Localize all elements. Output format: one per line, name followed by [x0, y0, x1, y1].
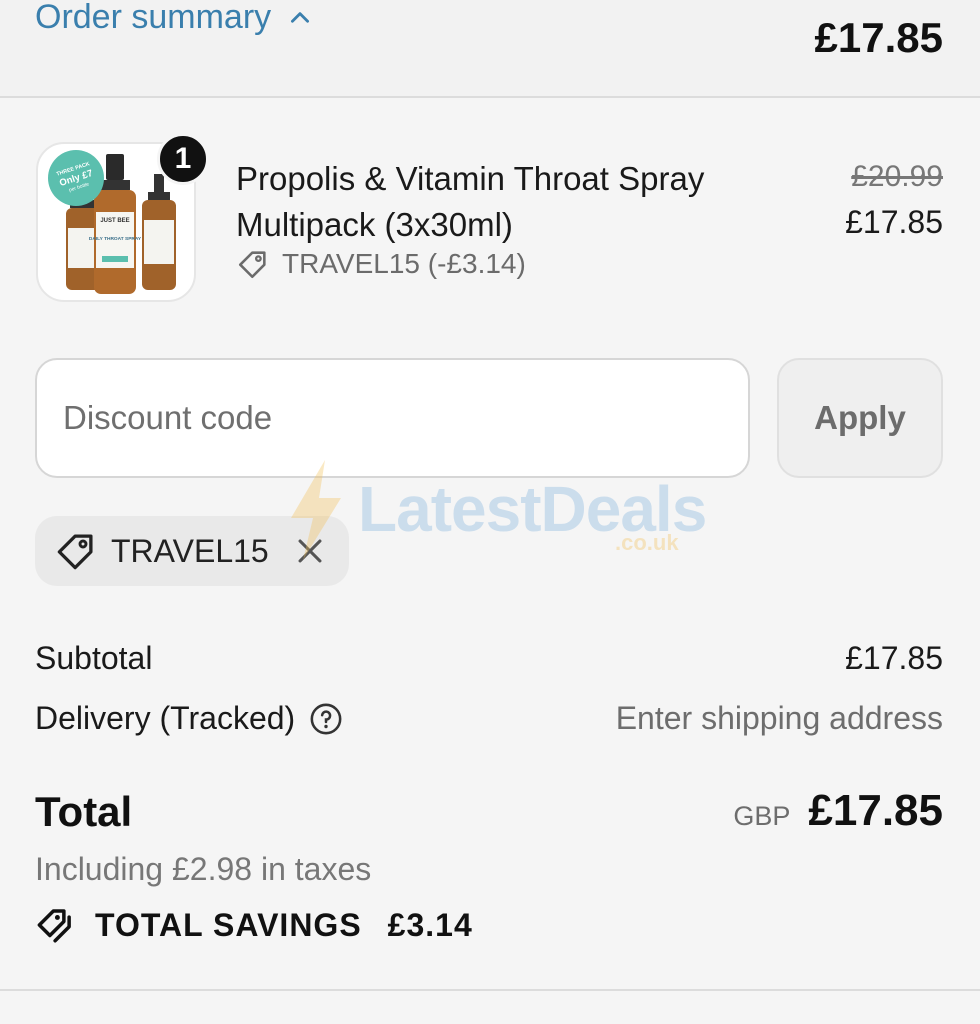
- product-name-line1: Propolis & Vitamin Throat Spray: [236, 160, 705, 197]
- product-price: £17.85: [845, 204, 943, 240]
- currency-code: GBP: [733, 801, 791, 831]
- chevron-up-icon: [291, 11, 310, 23]
- delivery-value: Enter shipping address: [615, 700, 943, 736]
- header-total-price: £17.85: [814, 14, 943, 61]
- order-summary-header: Order summary £17.85: [0, 0, 980, 98]
- discount-code-input[interactable]: [35, 358, 750, 478]
- delivery-label: Delivery (Tracked): [35, 700, 296, 736]
- savings-label: TOTAL SAVINGS: [95, 906, 362, 943]
- quantity-badge: 1: [157, 133, 209, 185]
- order-summary-toggle[interactable]: Order summary: [35, 0, 313, 37]
- product-discount-text: TRAVEL15 (-£3.14): [282, 248, 526, 279]
- apply-button[interactable]: Apply: [777, 358, 943, 478]
- product-discount: TRAVEL15 (-£3.14): [236, 247, 526, 281]
- total-label: Total: [35, 788, 133, 835]
- subtotal-label: Subtotal: [35, 640, 153, 676]
- help-icon[interactable]: [309, 702, 343, 736]
- tag-icon: [57, 534, 93, 570]
- tag-icon: [238, 251, 266, 279]
- savings-value: £3.14: [387, 906, 473, 943]
- total-savings: TOTAL SAVINGS £3.14: [35, 904, 473, 946]
- watermark-text: LatestDeals: [358, 473, 707, 545]
- delivery-row-label: Delivery (Tracked): [35, 700, 343, 737]
- subtotal-value: £17.85: [845, 640, 943, 676]
- applied-discount-code: TRAVEL15: [111, 532, 269, 569]
- product-type-text: DAILY THROAT SPRAY: [89, 236, 142, 242]
- order-summary-label: Order summary: [35, 0, 272, 36]
- taxes-note: Including £2.98 in taxes: [35, 851, 372, 887]
- watermark-subtext: .co.uk: [615, 530, 679, 555]
- bottom-divider: [0, 989, 980, 991]
- total-value: £17.85: [808, 786, 943, 835]
- applied-discount-chip: TRAVEL15: [35, 516, 349, 586]
- product-name: Propolis & Vitamin Throat Spray Multipac…: [236, 156, 776, 248]
- remove-discount-close-icon[interactable]: [293, 534, 327, 568]
- product-name-line2: Multipack (3x30ml): [236, 206, 513, 243]
- product-brand-text: JUST BEE: [100, 218, 129, 224]
- tags-icon: [37, 909, 71, 943]
- original-price: £20.99: [851, 160, 943, 193]
- total-amount: GBP £17.85: [733, 786, 943, 836]
